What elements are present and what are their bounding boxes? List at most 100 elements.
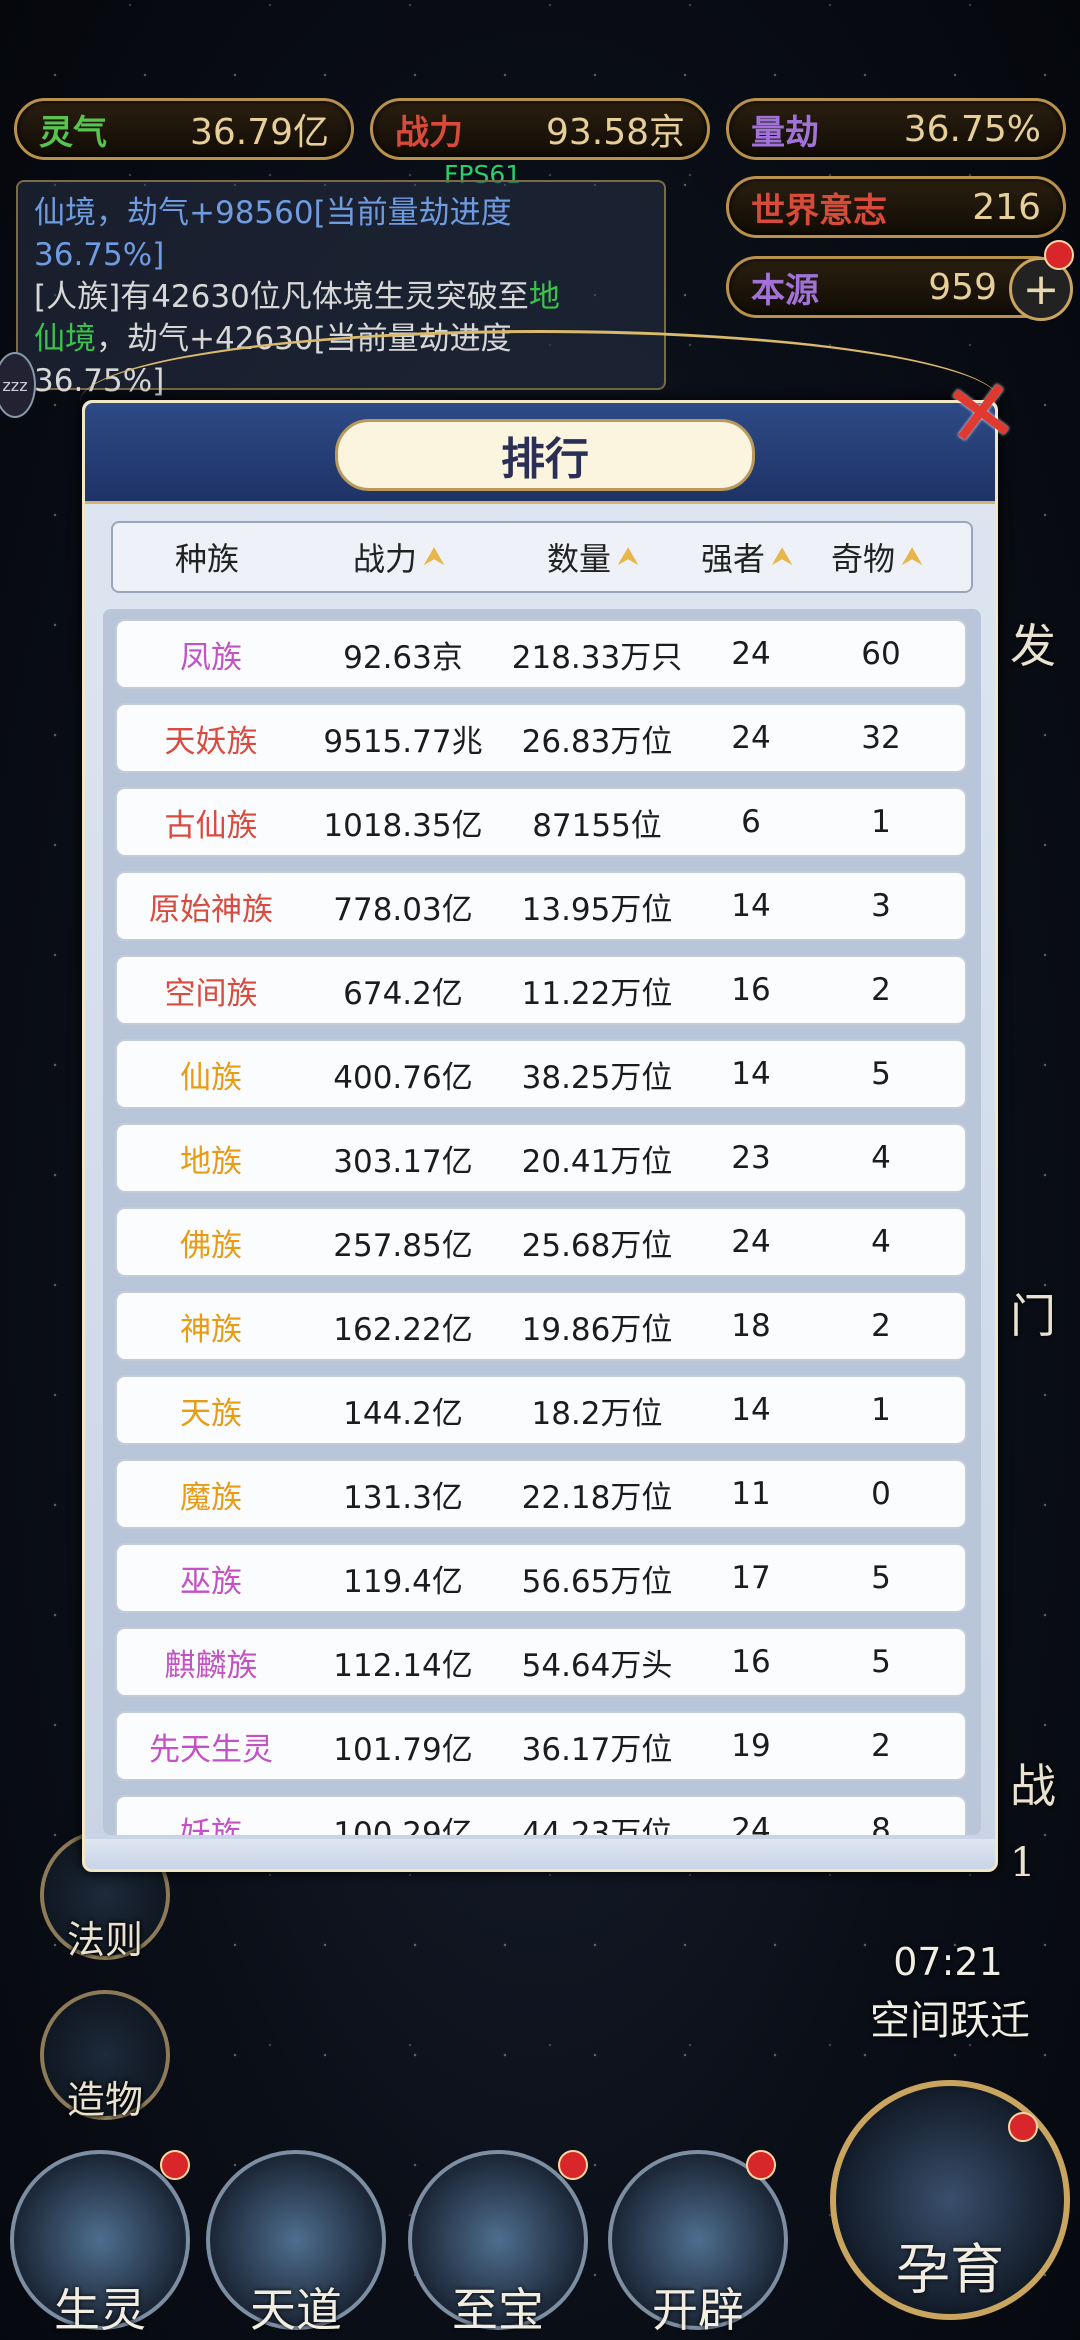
right-badge-count: 1 [1010, 1840, 1036, 1886]
race-name: 神族 [180, 1311, 242, 1348]
race-name: 仙族 [180, 1059, 242, 1096]
rare-value: 3 [871, 888, 891, 924]
lingqi-value: 36.79亿 [189, 112, 329, 153]
zaowu-button[interactable]: 造物 [40, 1990, 170, 2122]
power-value: 101.79亿 [333, 1731, 473, 1768]
table-row[interactable]: 神族 162.22亿 19.86万位 18 2 [115, 1291, 967, 1361]
rare-value: 5 [871, 1560, 891, 1596]
table-row[interactable]: 巫族 119.4亿 56.65万位 17 5 [115, 1543, 967, 1613]
table-row[interactable]: 地族 303.17亿 20.41万位 23 4 [115, 1123, 967, 1193]
shijie-value: 216 [972, 186, 1041, 228]
count-value: 36.17万位 [521, 1731, 673, 1768]
table-row[interactable]: 空间族 674.2亿 11.22万位 16 2 [115, 955, 967, 1025]
power-value: 119.4亿 [343, 1563, 463, 1600]
log-line: 36.75%] [34, 237, 165, 273]
zhanli-stat[interactable]: 战力 93.58京 [370, 98, 710, 160]
panel-footer [85, 1839, 995, 1869]
race-name: 天妖族 [164, 723, 258, 760]
count-value: 44.23万位 [521, 1815, 673, 1836]
rare-value: 4 [871, 1224, 891, 1260]
power-value: 144.2亿 [343, 1395, 463, 1432]
tiandao-button[interactable]: 天道 [206, 2150, 386, 2337]
panel-title: 排行 [335, 419, 755, 491]
zhanli-value: 93.58京 [545, 112, 685, 153]
right-side-label-fa[interactable]: 发 [1010, 610, 1056, 676]
strong-value: 11 [731, 1476, 771, 1512]
rare-value: 5 [871, 1644, 891, 1680]
right-side-label-zhan[interactable]: 战 [1010, 1750, 1056, 1816]
rare-value: 60 [861, 636, 901, 672]
zhibao-button[interactable]: 至宝 [408, 2150, 588, 2337]
liangjie-stat[interactable]: 量劫 36.75% [726, 98, 1066, 160]
table-row[interactable]: 麒麟族 112.14亿 54.64万头 16 5 [115, 1627, 967, 1697]
power-value: 9515.77兆 [323, 723, 483, 760]
benyuan-label: 本源 [751, 270, 819, 311]
count-value: 25.68万位 [521, 1227, 673, 1264]
table-row[interactable]: 天妖族 9515.77兆 26.83万位 24 32 [115, 703, 967, 773]
shengling-button[interactable]: 生灵 [10, 2150, 190, 2337]
power-value: 112.14亿 [333, 1647, 473, 1684]
strong-value: 23 [731, 1140, 771, 1176]
lingqi-stat[interactable]: 灵气 36.79亿 [14, 98, 354, 160]
strong-value: 24 [731, 720, 771, 756]
strong-value: 16 [731, 1644, 771, 1680]
notification-dot [746, 2150, 776, 2180]
power-value: 162.22亿 [333, 1311, 473, 1348]
right-side-label-men[interactable]: 门 [1010, 1280, 1056, 1346]
space-jump-button[interactable]: 空间跃迁 [840, 1988, 1060, 2046]
liangjie-label: 量劫 [751, 112, 819, 153]
count-value: 87155位 [532, 807, 662, 844]
zhanli-label: 战力 [395, 112, 463, 153]
table-row[interactable]: 佛族 257.85亿 25.68万位 24 4 [115, 1207, 967, 1277]
count-value: 19.86万位 [521, 1311, 673, 1348]
table-row[interactable]: 凤族 92.63京 218.33万只 24 60 [115, 619, 967, 689]
log-line: [人族]有42630位凡体境生灵突破至地 [34, 279, 560, 315]
power-value: 100.29亿 [333, 1815, 473, 1836]
sort-arrow-icon: ⮝ [422, 541, 446, 572]
sort-power-button[interactable]: 战力 ⮝ [301, 534, 497, 580]
rare-value: 2 [871, 1308, 891, 1344]
strong-value: 16 [731, 972, 771, 1008]
ranking-list[interactable]: 凤族 92.63京 218.33万只 24 60 天妖族 9515.77兆 26.83万位 24… [103, 609, 981, 1835]
plus-icon: + [1022, 263, 1060, 315]
header-race: 种族 [174, 540, 239, 578]
strong-value: 19 [731, 1728, 771, 1764]
count-value: 20.41万位 [521, 1143, 673, 1180]
rare-value: 5 [871, 1056, 891, 1092]
power-value: 257.85亿 [333, 1227, 473, 1264]
sort-rare-button[interactable]: 奇物 ⮝ [805, 534, 949, 580]
ranking-panel: 排行 种族 战力 ⮝ 数量 ⮝ 强者 ⮝ 奇物 ⮝ 凤族 92.63京 218.33万只 24… [82, 400, 998, 1872]
table-row[interactable]: 天族 144.2亿 18.2万位 14 1 [115, 1375, 967, 1445]
lingqi-label: 灵气 [39, 112, 107, 153]
count-value: 13.95万位 [521, 891, 673, 928]
race-name: 凤族 [180, 639, 242, 676]
table-row[interactable]: 妖族 100.29亿 44.23万位 24 8 [115, 1795, 967, 1835]
sort-count-button[interactable]: 数量 ⮝ [497, 534, 689, 580]
benyuan-stat[interactable]: 本源 959 + [726, 256, 1073, 321]
table-row[interactable]: 仙族 400.76亿 38.25万位 14 5 [115, 1039, 967, 1109]
shijie-label: 世界意志 [751, 190, 887, 231]
notification-dot [160, 2150, 190, 2180]
strong-value: 6 [741, 804, 761, 840]
count-value: 218.33万只 [511, 639, 683, 676]
strong-value: 24 [731, 1224, 771, 1260]
table-row[interactable]: 古仙族 1018.35亿 87155位 6 1 [115, 787, 967, 857]
table-row[interactable]: 原始神族 778.03亿 13.95万位 14 3 [115, 871, 967, 941]
strong-value: 17 [731, 1560, 771, 1596]
race-name: 天族 [180, 1395, 242, 1432]
sort-arrow-icon: ⮝ [900, 541, 924, 572]
shijie-stat[interactable]: 世界意志 216 [726, 176, 1066, 238]
table-header: 种族 战力 ⮝ 数量 ⮝ 强者 ⮝ 奇物 ⮝ [111, 521, 973, 593]
count-value: 11.22万位 [521, 975, 673, 1012]
notification-dot [1008, 2112, 1038, 2142]
sort-arrow-icon: ⮝ [770, 541, 794, 572]
sort-strong-button[interactable]: 强者 ⮝ [689, 534, 805, 580]
power-value: 1018.35亿 [323, 807, 483, 844]
timer-text: 07:21 [893, 1940, 1003, 1984]
power-value: 92.63京 [343, 639, 463, 676]
table-row[interactable]: 魔族 131.3亿 22.18万位 11 0 [115, 1459, 967, 1529]
table-row[interactable]: 先天生灵 101.79亿 36.17万位 19 2 [115, 1711, 967, 1781]
log-line: 仙境，劫气+98560[当前量劫进度 [34, 195, 512, 231]
panel-header: 排行 [85, 403, 995, 504]
close-button[interactable]: ✕ [935, 357, 1028, 469]
